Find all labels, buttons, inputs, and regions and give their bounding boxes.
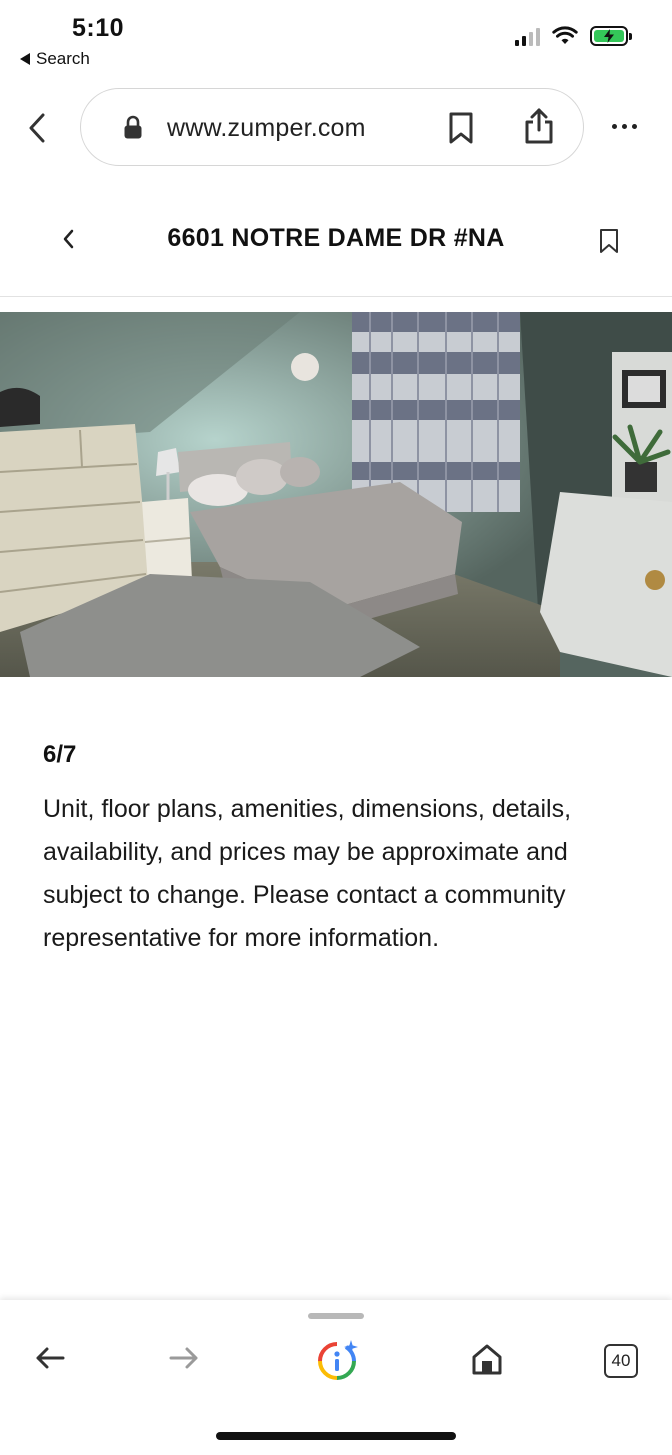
listing-photo[interactable]: [0, 312, 672, 677]
home-indicator[interactable]: [216, 1432, 456, 1440]
url-text[interactable]: www.zumper.com: [167, 114, 366, 143]
status-icons: [515, 26, 632, 46]
save-listing-bookmark-icon[interactable]: [598, 228, 620, 254]
wifi-icon: [552, 26, 578, 44]
signal-icon: [515, 26, 540, 46]
back-arrow-icon[interactable]: [34, 1344, 66, 1372]
forward-arrow-icon[interactable]: [168, 1344, 200, 1372]
tab-switcher-icon[interactable]: 40: [604, 1344, 638, 1378]
bedroom-photo-illustration: [0, 312, 672, 677]
bookmark-icon[interactable]: [447, 111, 475, 145]
battery-charging-icon: [590, 26, 632, 46]
photo-counter: 6/7: [43, 741, 77, 768]
browser-back-chevron-icon[interactable]: [26, 112, 48, 144]
status-time: 5:10: [72, 14, 125, 42]
back-triangle-icon: [20, 53, 30, 65]
more-icon[interactable]: [612, 124, 637, 129]
listing-title: 6601 NOTRE DAME DR #NA: [167, 224, 505, 252]
address-bar[interactable]: www.zumper.com: [80, 88, 584, 166]
back-to-app-link[interactable]: Search: [20, 49, 90, 69]
share-icon[interactable]: [523, 107, 555, 145]
google-lens-icon[interactable]: [316, 1340, 358, 1382]
back-to-app-label: Search: [36, 49, 90, 68]
lock-icon: [124, 115, 142, 139]
browser-toolbar: 40: [0, 1300, 672, 1455]
listing-disclaimer: Unit, floor plans, amenities, dimensions…: [43, 795, 572, 952]
home-icon[interactable]: [470, 1342, 504, 1376]
toolbar-grabber[interactable]: [308, 1313, 364, 1319]
header-divider: [0, 296, 672, 297]
